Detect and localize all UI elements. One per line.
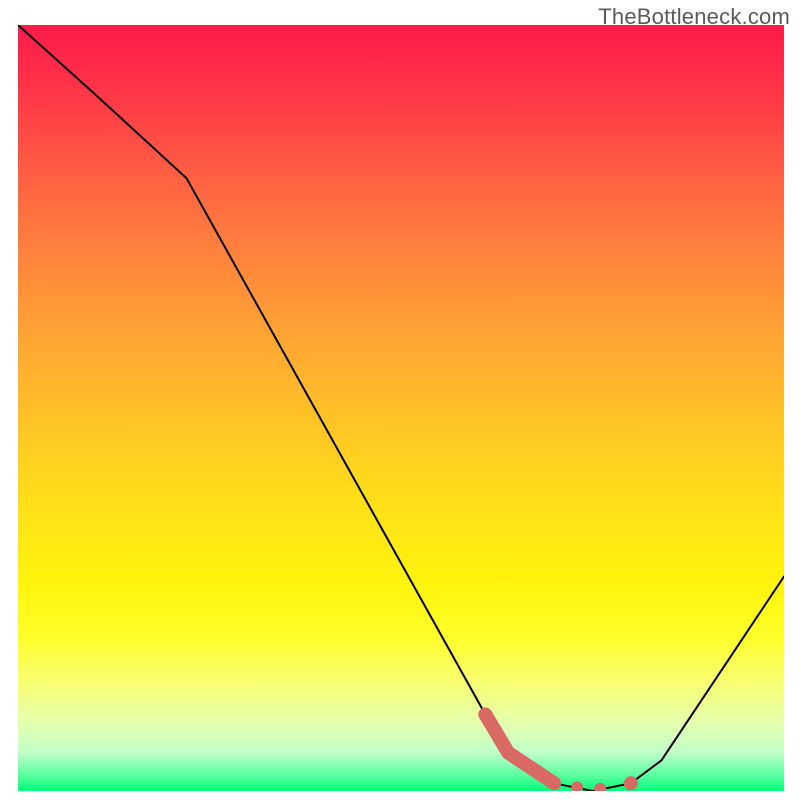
highlight-dot (624, 776, 638, 790)
highlight-dot (594, 783, 606, 791)
chart-container: TheBottleneck.com (0, 0, 800, 800)
bottleneck-curve (18, 25, 784, 791)
plot-area (18, 25, 784, 791)
highlight-segment (485, 714, 554, 783)
highlight-dots (571, 776, 638, 791)
highlight-dot (571, 781, 583, 791)
chart-svg (18, 25, 784, 791)
